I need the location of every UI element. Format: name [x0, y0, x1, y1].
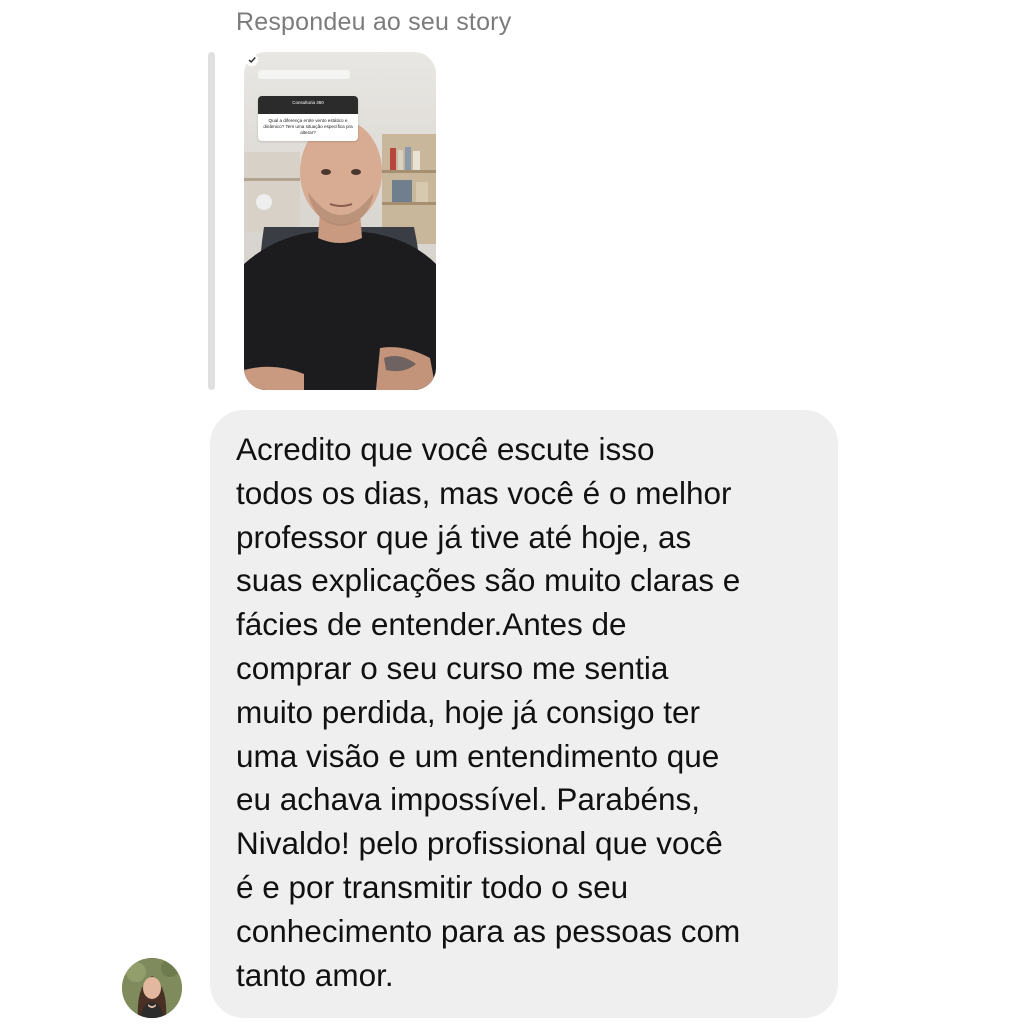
story-question-header: Consultoria 360 — [258, 96, 358, 114]
ceiling-light — [258, 70, 350, 79]
user-avatar-icon — [122, 958, 182, 1018]
sender-avatar[interactable] — [122, 958, 182, 1018]
story-reply-caption: Respondeu ao seu story — [236, 8, 512, 36]
story-question-sticker: Consultoria 360 Qual a diferença entre v… — [258, 96, 358, 141]
story-quote-bar — [208, 52, 215, 390]
check-badge-icon — [245, 53, 259, 67]
dm-thread: Respondeu ao seu story Consultoria 360 Q… — [0, 0, 1024, 1024]
message-text: Acredito que você escute isso todos os d… — [236, 431, 741, 993]
story-question-text: Qual a diferença entre vento estático e … — [263, 118, 353, 135]
story-thumbnail[interactable]: Consultoria 360 Qual a diferença entre v… — [244, 52, 436, 390]
